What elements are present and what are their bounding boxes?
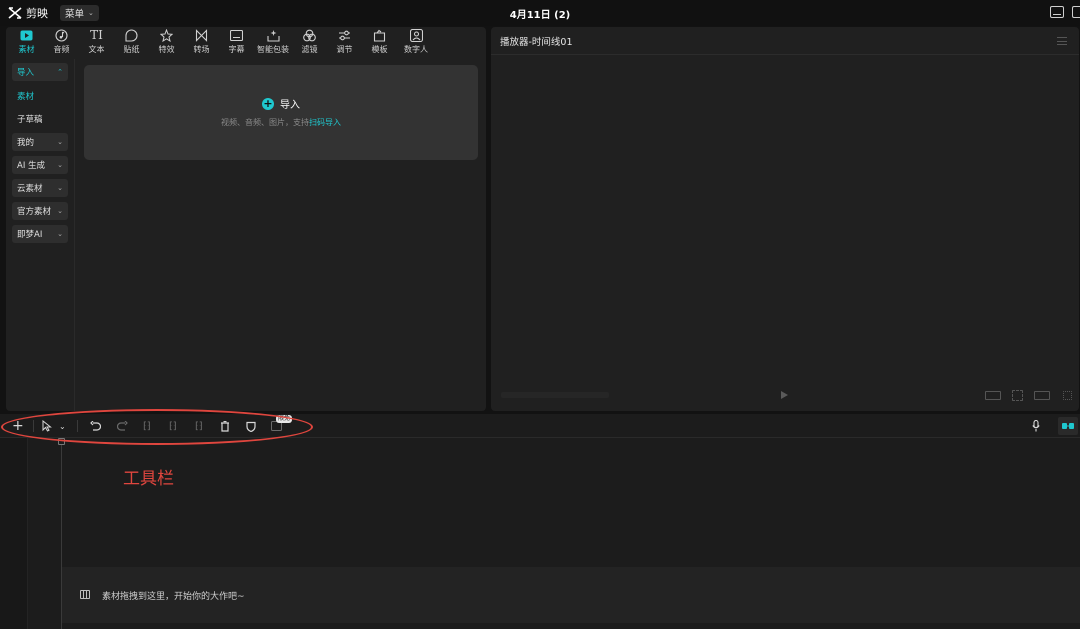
chevron-down-icon: ⌄ — [57, 138, 63, 146]
import-subtitle-text: 视频、音频、图片，支持 — [221, 118, 309, 127]
drop-hint: 素材拖拽到这里，开始你的大作吧~ — [102, 592, 245, 602]
tab-text[interactable]: TI 文本 — [79, 28, 114, 59]
app-logo: 剪映 — [8, 5, 48, 21]
tab-label: 文本 — [88, 45, 105, 54]
tab-label: 滤镜 — [301, 45, 318, 54]
audio-icon — [55, 28, 69, 42]
media-icon — [20, 28, 34, 42]
transition-icon — [195, 28, 209, 42]
adjust-icon — [338, 28, 352, 42]
sidebar-item-label: 子草稿 — [17, 115, 43, 125]
smart-pack-icon — [266, 28, 280, 42]
chevron-down-icon: ⌄ — [57, 184, 63, 192]
preview-quality-icon[interactable] — [1034, 391, 1050, 400]
template-icon — [373, 28, 387, 42]
chevron-up-icon: ⌃ — [57, 68, 63, 76]
menu-label: 菜单 — [65, 9, 85, 20]
shortcut-icon[interactable] — [1050, 6, 1064, 18]
sidebar-item-label: 我的 — [17, 138, 35, 148]
tab-label: 字幕 — [228, 45, 245, 54]
play-icon[interactable] — [781, 391, 788, 399]
scan-import-link[interactable]: 扫码导入 — [309, 118, 341, 127]
track-header-strip — [0, 438, 28, 629]
tab-audio[interactable]: 音频 — [44, 28, 79, 59]
sidebar-item-jimeng-ai[interactable]: 即梦AI ⌄ — [12, 225, 68, 243]
feature-tabs: 素材 音频 TI 文本 贴纸 特效 转场 字幕 智能包装 滤镜 调节 模板 数字… — [6, 27, 486, 59]
tab-label: 数字人 — [404, 45, 428, 54]
player-title: 播放器-时间线01 — [500, 36, 573, 48]
player-header: 播放器-时间线01 — [491, 27, 1079, 55]
media-panel: 素材 音频 TI 文本 贴纸 特效 转场 字幕 智能包装 滤镜 调节 模板 数字… — [6, 27, 486, 411]
crop-icon[interactable] — [1012, 390, 1023, 401]
sidebar-item-label: 官方素材 — [17, 207, 52, 217]
tab-smart-pack[interactable]: 智能包装 — [254, 28, 292, 59]
player-panel: 播放器-时间线01 — [491, 27, 1079, 411]
microphone-icon[interactable] — [1032, 419, 1040, 435]
sidebar-item-media[interactable]: 素材 — [12, 87, 68, 105]
chevron-down-icon: ⌄ — [57, 230, 63, 238]
sidebar-item-mine[interactable]: 我的 ⌄ — [12, 133, 68, 151]
media-sidebar: 导入 ⌃ 素材 子草稿 我的 ⌄ AI 生成 ⌄ 云素材 ⌄ 官方素材 ⌄ 即梦… — [6, 59, 75, 411]
tab-label: 素材 — [18, 45, 35, 54]
filter-icon — [303, 28, 317, 42]
sidebar-item-label: AI 生成 — [17, 161, 46, 171]
tab-adjust[interactable]: 调节 — [327, 28, 362, 59]
project-title: 4月11日 (2) — [509, 10, 571, 21]
player-controls — [491, 389, 1079, 403]
tab-subtitle[interactable]: 字幕 — [219, 28, 254, 59]
sidebar-item-label: 即梦AI — [17, 230, 43, 240]
tab-effects[interactable]: 特效 — [149, 28, 184, 59]
plus-circle-icon: + — [262, 96, 274, 110]
sidebar-item-cloud[interactable]: 云素材 ⌄ — [12, 179, 68, 197]
chevron-down-icon: ⌄ — [57, 207, 63, 215]
tab-media[interactable]: 素材 — [9, 28, 44, 59]
app-name: 剪映 — [26, 7, 48, 20]
chevron-down-icon: ⌄ — [57, 161, 63, 169]
tab-sticker[interactable]: 贴纸 — [114, 28, 149, 59]
film-icon — [80, 590, 90, 599]
capcut-logo-icon — [8, 7, 22, 19]
tab-digital-human[interactable]: 数字人 — [397, 28, 435, 59]
menu-button[interactable]: 菜单 ⌄ — [60, 5, 99, 21]
sticker-icon — [125, 28, 139, 42]
title-bar: 剪映 菜单 ⌄ 4月11日 (2) — [0, 0, 1080, 26]
tab-transition[interactable]: 转场 — [184, 28, 219, 59]
import-button[interactable]: + 导入 — [84, 96, 478, 111]
timecode-display — [501, 392, 609, 398]
tab-label: 模板 — [371, 45, 388, 54]
sidebar-item-official[interactable]: 官方素材 ⌄ — [12, 202, 68, 220]
tab-label: 特效 — [158, 45, 175, 54]
digital-human-icon — [409, 28, 423, 42]
tab-label: 贴纸 — [123, 45, 140, 54]
sidebar-item-import[interactable]: 导入 ⌃ — [12, 63, 68, 81]
tab-label: 转场 — [193, 45, 210, 54]
menu-icon[interactable] — [1057, 37, 1067, 45]
aspect-ratio-icon[interactable] — [985, 391, 1001, 400]
tab-template[interactable]: 模板 — [362, 28, 397, 59]
tab-label: 智能包装 — [257, 45, 289, 54]
sidebar-item-subdraft[interactable]: 子草稿 — [12, 110, 68, 128]
toolbar-annotation: 工具栏 — [123, 469, 174, 489]
timeline-toggle-icon[interactable] — [1058, 417, 1078, 435]
layout-icon[interactable] — [1072, 6, 1080, 18]
tab-label: 音频 — [53, 45, 70, 54]
import-title: 导入 — [280, 100, 300, 111]
sidebar-item-label: 素材 — [17, 92, 35, 102]
sidebar-item-label: 云素材 — [17, 184, 43, 194]
text-icon: TI — [90, 28, 103, 42]
subtitle-icon — [230, 28, 244, 42]
import-drop-zone[interactable]: + 导入 视频、音频、图片，支持扫码导入 — [84, 65, 478, 160]
tab-label: 调节 — [336, 45, 353, 54]
import-subtitle: 视频、音频、图片，支持扫码导入 — [84, 117, 478, 128]
toolbar-highlight-ellipse — [1, 409, 313, 445]
tab-filter[interactable]: 滤镜 — [292, 28, 327, 59]
fullscreen-icon[interactable] — [1063, 391, 1072, 400]
chevron-down-icon: ⌄ — [88, 9, 94, 17]
sidebar-item-label: 导入 — [17, 68, 35, 78]
effects-icon — [160, 28, 174, 42]
sidebar-item-ai-generate[interactable]: AI 生成 ⌄ — [12, 156, 68, 174]
